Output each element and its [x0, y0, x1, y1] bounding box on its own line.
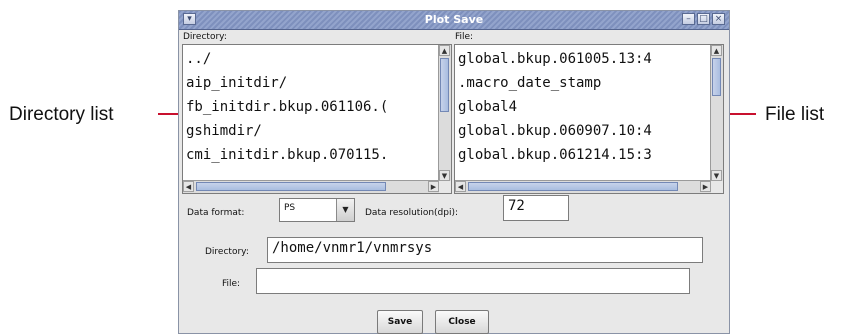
- data-resolution-label: Data resolution(dpi):: [365, 208, 459, 218]
- directory-input[interactable]: /home/vnmr1/vnmrsys: [267, 237, 703, 263]
- directory-list-callout: Directory list: [9, 104, 114, 125]
- window-title: Plot Save: [424, 13, 484, 26]
- directory-list[interactable]: ../ aip_initdir/ fb_initdir.bkup.061106.…: [182, 44, 452, 194]
- data-format-select[interactable]: PS ▼: [279, 198, 355, 222]
- directory-field-label: Directory:: [205, 247, 249, 257]
- file-list-item[interactable]: global4: [458, 95, 709, 119]
- file-input[interactable]: [256, 268, 690, 294]
- stage: Directory list File list ▾ Plot Save – □…: [0, 0, 850, 334]
- file-vertical-scrollbar[interactable]: ▲ ▼: [710, 45, 723, 181]
- file-list-callout: File list: [765, 104, 825, 125]
- file-horizontal-scrollbar[interactable]: ◀ ▶: [455, 180, 711, 193]
- minimize-icon[interactable]: –: [682, 13, 695, 25]
- directory-list-item[interactable]: gshimdir/: [186, 119, 437, 143]
- chevron-down-icon[interactable]: ▼: [336, 199, 354, 221]
- directory-vertical-scroll-thumb[interactable]: [440, 58, 449, 112]
- scroll-up-icon[interactable]: ▲: [711, 45, 722, 56]
- directory-horizontal-scrollbar[interactable]: ◀ ▶: [183, 180, 439, 193]
- directory-list-item[interactable]: aip_initdir/: [186, 71, 437, 95]
- directory-list-item[interactable]: fb_initdir.bkup.061106.(: [186, 95, 437, 119]
- file-list-item[interactable]: global.bkup.061214.15:3: [458, 143, 709, 167]
- scroll-right-icon[interactable]: ▶: [428, 181, 439, 192]
- data-resolution-input[interactable]: 72: [503, 195, 569, 221]
- close-button[interactable]: Close: [435, 310, 489, 334]
- directory-list-label: Directory:: [183, 32, 227, 42]
- file-list-items: global.bkup.061005.13:4 .macro_date_stam…: [458, 47, 709, 180]
- directory-vertical-scrollbar[interactable]: ▲ ▼: [438, 45, 451, 181]
- file-list-item[interactable]: global.bkup.061005.13:4: [458, 47, 709, 71]
- file-field-label: File:: [222, 279, 241, 289]
- file-list-item[interactable]: global.bkup.060907.10:4: [458, 119, 709, 143]
- directory-list-items: ../ aip_initdir/ fb_initdir.bkup.061106.…: [186, 47, 437, 180]
- scroll-down-icon[interactable]: ▼: [439, 170, 450, 181]
- data-format-value: PS: [284, 203, 296, 213]
- directory-list-item[interactable]: cmi_initdir.bkup.070115.: [186, 143, 437, 167]
- directory-scroll-corner: [439, 181, 451, 193]
- file-scroll-corner: [711, 181, 723, 193]
- scroll-left-icon[interactable]: ◀: [455, 181, 466, 192]
- file-list-label: File:: [455, 32, 474, 42]
- scroll-left-icon[interactable]: ◀: [183, 181, 194, 192]
- directory-list-item[interactable]: ../: [186, 47, 437, 71]
- maximize-icon[interactable]: □: [697, 13, 710, 25]
- save-button[interactable]: Save: [377, 310, 423, 334]
- scroll-up-icon[interactable]: ▲: [439, 45, 450, 56]
- scroll-down-icon[interactable]: ▼: [711, 170, 722, 181]
- scroll-right-icon[interactable]: ▶: [700, 181, 711, 192]
- file-vertical-scroll-thumb[interactable]: [712, 58, 721, 96]
- file-list-item[interactable]: .macro_date_stamp: [458, 71, 709, 95]
- file-list[interactable]: global.bkup.061005.13:4 .macro_date_stam…: [454, 44, 724, 194]
- close-icon[interactable]: ×: [712, 13, 725, 25]
- data-format-label: Data format:: [187, 208, 245, 218]
- file-horizontal-scroll-thumb[interactable]: [468, 182, 678, 191]
- title-bar[interactable]: ▾ Plot Save – □ ×: [179, 11, 729, 30]
- directory-horizontal-scroll-thumb[interactable]: [196, 182, 386, 191]
- plot-save-window: ▾ Plot Save – □ × Directory: ../ aip_ini…: [178, 10, 730, 334]
